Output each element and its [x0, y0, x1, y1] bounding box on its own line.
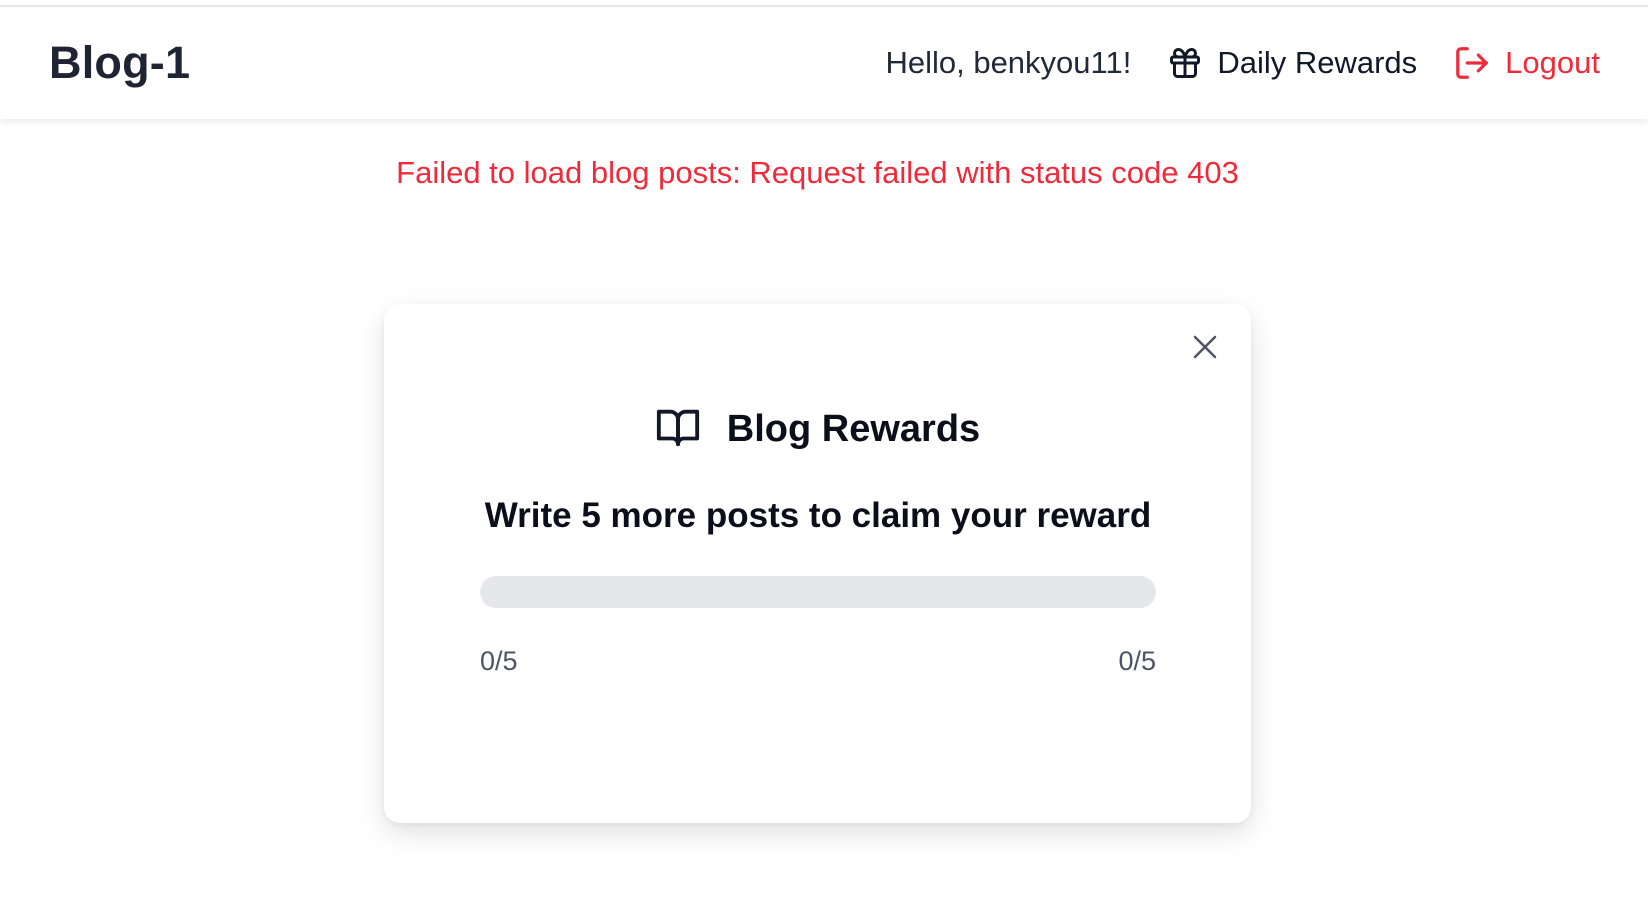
- progress-bar: [480, 576, 1156, 608]
- reward-message: Write 5 more posts to claim your reward: [484, 496, 1152, 535]
- daily-rewards-button[interactable]: Daily Rewards: [1167, 45, 1417, 81]
- progress-total-label: 0/5: [1118, 646, 1156, 676]
- top-border: [0, 0, 1648, 7]
- error-message: Failed to load blog posts: Request faile…: [396, 155, 1239, 190]
- logout-icon: [1453, 44, 1491, 82]
- close-button[interactable]: [1185, 328, 1225, 368]
- logout-button[interactable]: Logout: [1453, 44, 1600, 82]
- progress-current-label: 0/5: [480, 646, 518, 676]
- blog-rewards-modal: Blog Rewards Write 5 more posts to claim…: [384, 304, 1251, 823]
- book-open-icon: [655, 404, 701, 455]
- modal-title-row: Blog Rewards: [384, 404, 1251, 455]
- logout-label: Logout: [1505, 45, 1600, 80]
- user-greeting: Hello, benkyou11!: [885, 45, 1132, 80]
- modal-title: Blog Rewards: [726, 408, 981, 450]
- close-icon: [1190, 332, 1220, 365]
- gift-icon: [1167, 45, 1203, 81]
- header-nav: Hello, benkyou11! Daily Rewards Logout: [885, 44, 1600, 82]
- daily-rewards-label: Daily Rewards: [1217, 45, 1418, 80]
- app-header: Blog-1 Hello, benkyou11! Daily Rewards L…: [0, 7, 1648, 119]
- brand-logo[interactable]: Blog-1: [49, 37, 190, 89]
